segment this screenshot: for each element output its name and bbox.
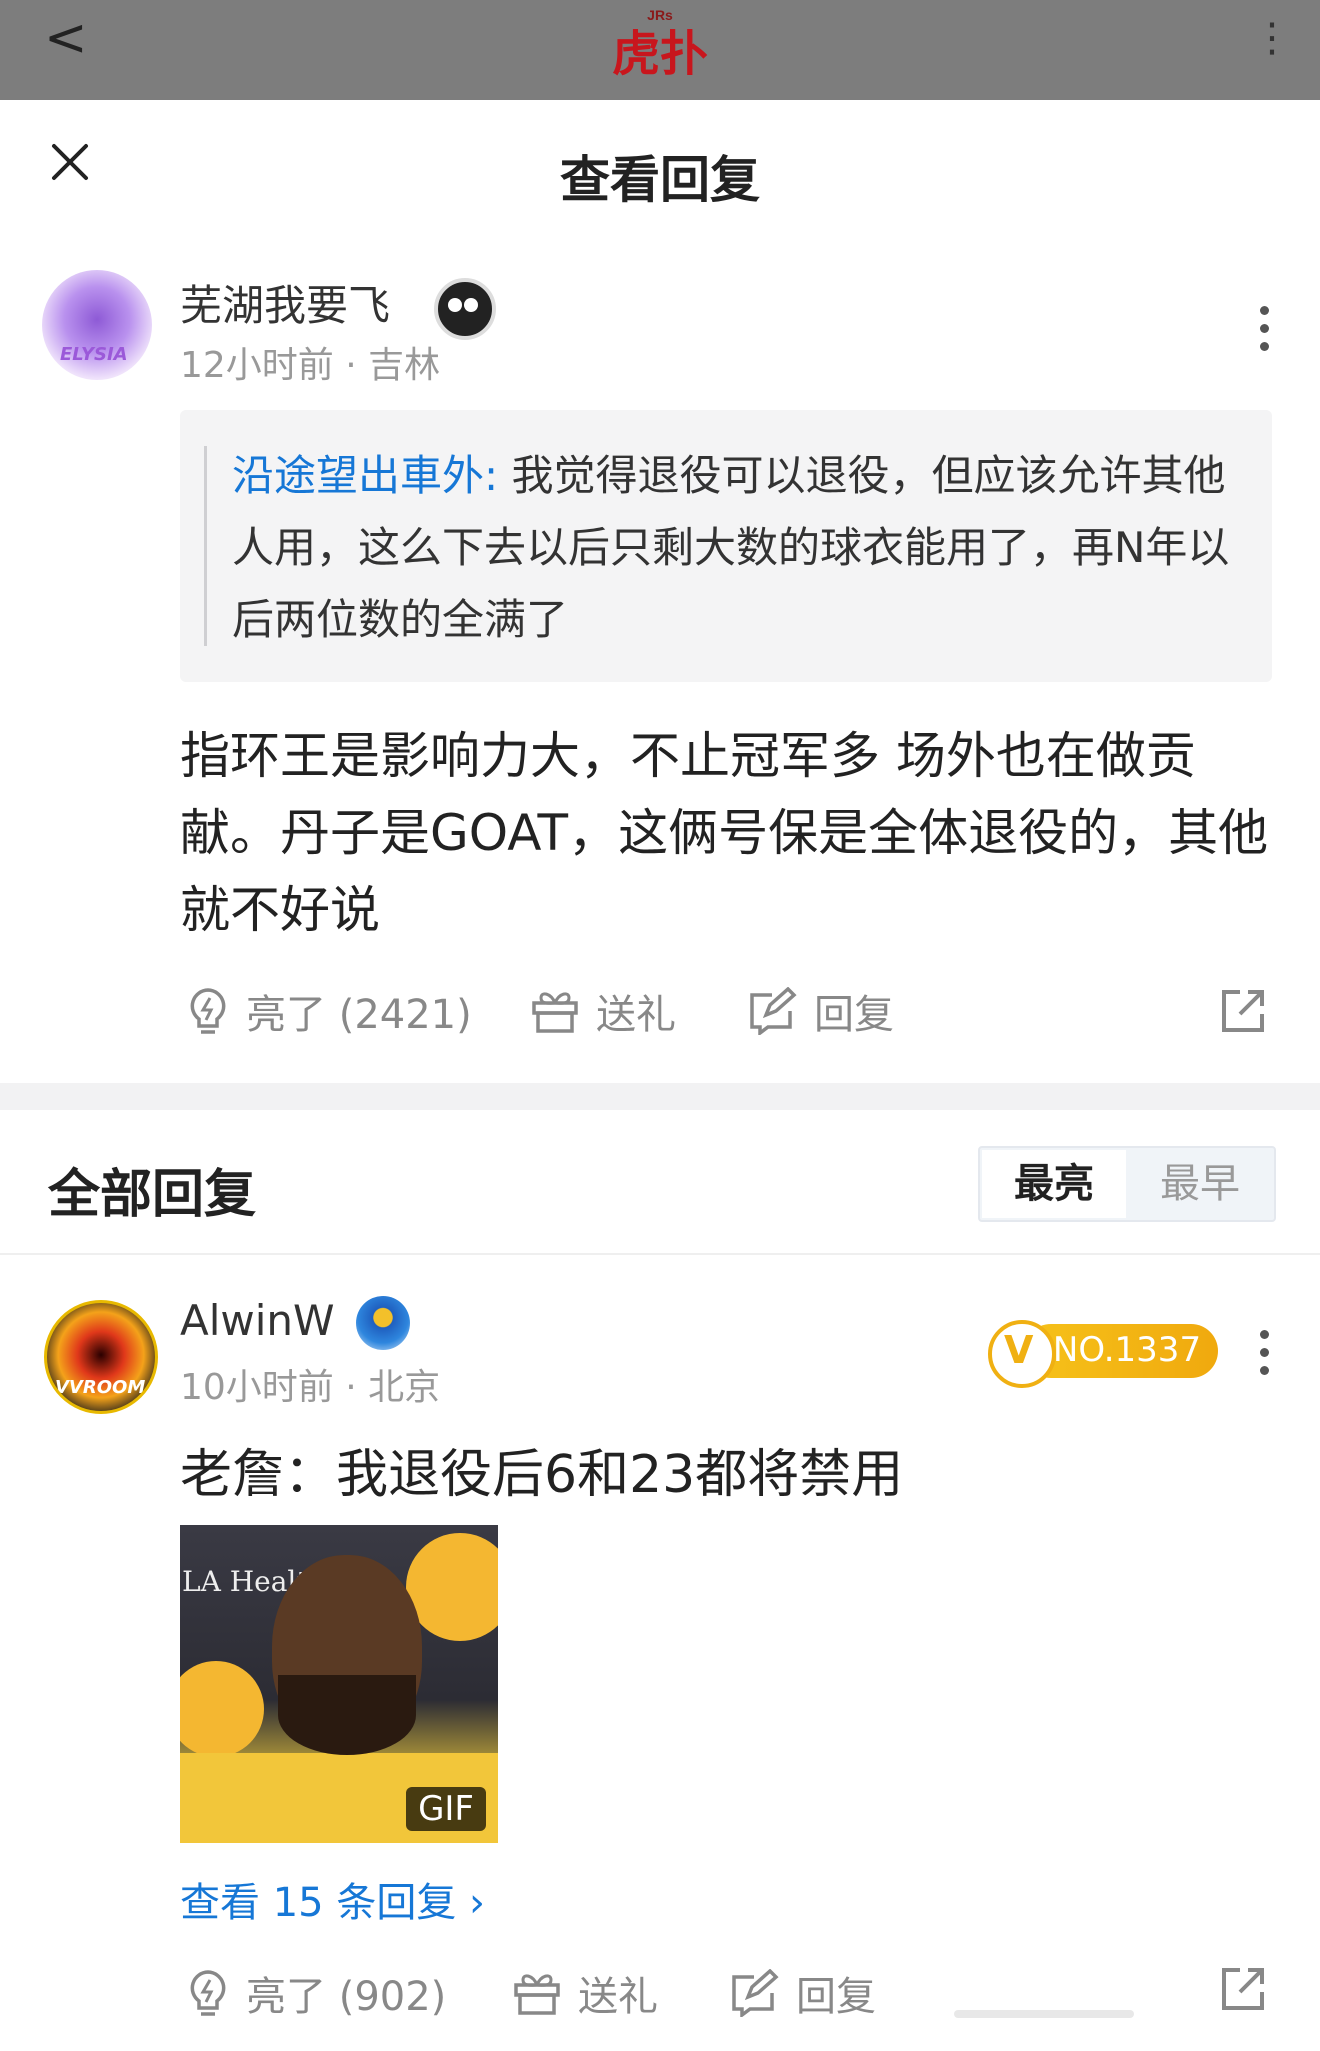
gift-label: 送礼 [578,1974,658,2020]
quoted-comment[interactable]: 沿途望出車外: 我觉得退役可以退役，但应该允许其他人用，这么下去以后只剩大数的球… [180,410,1272,682]
team-badge-icon [434,278,496,340]
sort-toggle: 最亮 最早 [978,1146,1276,1222]
reply-edit-icon [732,1969,779,2017]
home-indicator [954,2010,1134,2018]
like-label: 亮了 (2421) [246,992,472,1038]
reply-label: 回复 [814,992,894,1038]
divider-line [0,1253,1320,1255]
more-options-icon[interactable]: ⋮ [1252,18,1292,58]
quote-bar [204,446,207,646]
comment-actions: 亮了 (2421) 送礼 回复 [180,982,1280,1042]
reply-gif-image[interactable]: LA Healt GIF [180,1525,498,1843]
level-badge-icon [356,1296,410,1350]
lakers-logo [180,1661,264,1757]
comment-meta: 12小时前 · 吉林 [180,336,440,388]
reply-edit-icon [750,987,797,1035]
all-replies-title: 全部回复 [48,1165,257,1225]
share-icon[interactable] [1218,986,1268,1036]
lightbulb-icon [190,988,226,1034]
reply-body: 老詹：我退役后6和23都将禁用 [180,1445,904,1505]
reply-more-icon[interactable] [1260,1330,1270,1384]
comment-more-icon[interactable] [1260,306,1270,360]
gif-badge: GIF [406,1787,486,1831]
app-top-bar: < JRs 虎扑 ⋮ [0,0,1320,100]
svg-text:虎扑: 虎扑 [612,26,708,80]
sort-earliest-tab[interactable]: 最早 [1128,1150,1272,1218]
hupu-logo: JRs 虎扑 [612,7,708,80]
vip-badge[interactable]: NO.1337 V [988,1320,1218,1388]
like-button[interactable]: 亮了 (2421) [186,982,472,1040]
sort-hottest-tab[interactable]: 最亮 [982,1150,1126,1218]
reply-time: 10小时前 [180,1367,334,1408]
username[interactable]: AlwinW [180,1296,335,1345]
vip-v-icon: V [988,1320,1056,1388]
meta-separator: · [345,345,369,386]
like-label: 亮了 (902) [246,1974,447,2020]
reply-button[interactable]: 回复 [746,982,894,1040]
quote-text: 沿途望出車外: 我觉得退役可以退役，但应该允许其他人用，这么下去以后只剩大数的球… [232,440,1242,656]
beard [278,1675,416,1755]
back-icon[interactable]: < [44,12,88,64]
comment-body: 指环王是影响力大，不止冠军多 场外也在做贡献。丹子是GOAT，这俩号保是全体退役… [180,727,1269,939]
comment-time: 12小时前 [180,345,334,386]
reply-meta: 10小时前 · 北京 [180,1358,440,1410]
avatar[interactable]: VVROOM [44,1300,158,1414]
username[interactable]: 芜湖我要飞 [180,272,390,333]
gift-button[interactable]: 送礼 [512,1964,658,2022]
share-icon[interactable] [1218,1964,1268,2014]
meta-separator: · [345,1367,369,1408]
avatar-text: VVROOM [55,1377,146,1398]
view-more-replies-link[interactable]: 查看 15 条回复 › [180,1870,485,1928]
vip-number: NO.1337 [1052,1330,1202,1370]
gift-icon [514,1974,560,2015]
lightbulb-icon [190,1970,226,2016]
like-button[interactable]: 亮了 (902) [186,1964,446,2022]
avatar-text: ELYSIA [60,344,128,365]
reply-location: 北京 [368,1367,441,1408]
gift-label: 送礼 [596,992,676,1038]
gift-icon [532,992,578,1033]
quote-author[interactable]: 沿途望出車外: [232,451,498,500]
gift-button[interactable]: 送礼 [530,982,676,1040]
sheet-title: 查看回复 [560,151,760,209]
comment-location: 吉林 [368,345,441,386]
reply-button[interactable]: 回复 [728,1964,876,2022]
svg-text:JRs: JRs [647,7,673,23]
reply-label: 回复 [796,1974,876,2020]
avatar[interactable]: ELYSIA [42,270,152,380]
section-divider [0,1083,1320,1110]
